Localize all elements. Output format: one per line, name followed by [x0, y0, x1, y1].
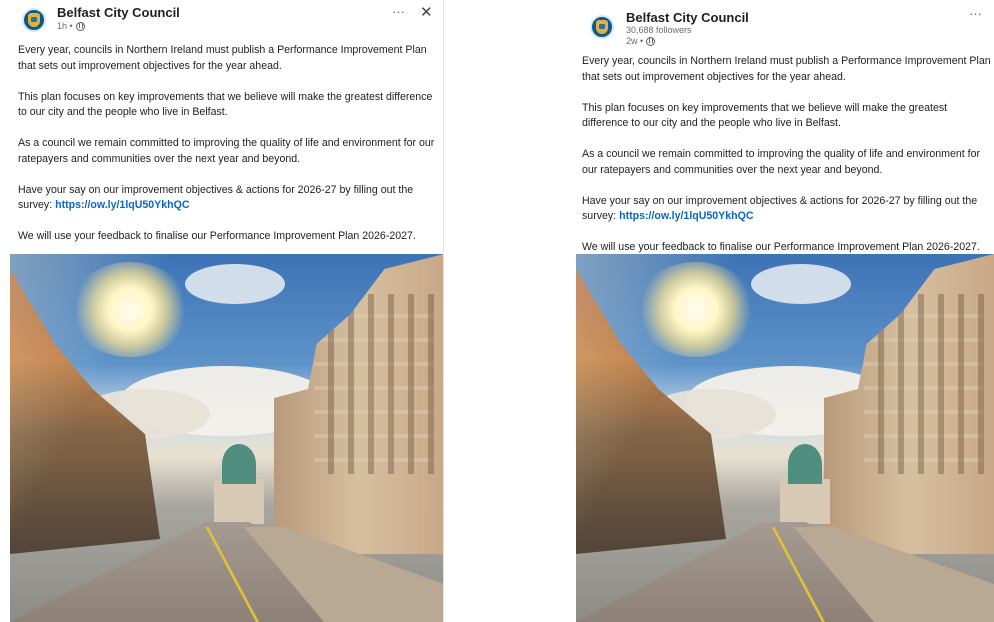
paragraph: Every year, councils in Northern Ireland…	[18, 44, 427, 72]
post-meta: 2w •	[626, 36, 656, 46]
survey-paragraph: Have your say on our improvement objecti…	[582, 194, 992, 225]
council-crest-icon[interactable]	[22, 8, 46, 32]
post-header: Belfast City Council 1h • ··· ✕	[0, 0, 443, 38]
city-hall-dome	[222, 444, 256, 484]
survey-link[interactable]: https://ow.ly/1lqU50YkhQC	[55, 199, 189, 211]
more-options-button[interactable]: ···	[392, 4, 405, 19]
post-body: Every year, councils in Northern Ireland…	[18, 43, 436, 260]
paragraph: Every year, councils in Northern Ireland…	[582, 55, 991, 83]
survey-link[interactable]: https://ow.ly/1lqU50YkhQC	[619, 210, 753, 222]
more-options-button[interactable]: ···	[969, 6, 982, 21]
post-time: 1h	[57, 21, 68, 31]
post-header: Belfast City Council 30,688 followers 2w…	[576, 0, 994, 46]
paragraph: As a council we remain committed to impr…	[582, 148, 981, 176]
globe-icon	[75, 21, 85, 31]
survey-paragraph: Have your say on our improvement objecti…	[18, 183, 436, 214]
post-meta: 1h •	[57, 21, 85, 31]
closing-paragraph: We will use your feedback to finalise ou…	[18, 230, 416, 242]
paragraph: This plan focuses on key improvements th…	[582, 101, 948, 130]
org-name[interactable]: Belfast City Council	[626, 10, 749, 25]
post-body: Every year, councils in Northern Ireland…	[582, 54, 992, 271]
post-left: Belfast City Council 1h • ··· ✕ Every ye…	[0, 0, 444, 622]
globe-icon	[646, 36, 656, 46]
post-time: 2w	[626, 36, 638, 46]
paragraph: This plan focuses on key improvements th…	[18, 90, 433, 119]
close-button[interactable]: ✕	[420, 3, 433, 21]
follower-count: 30,688 followers	[626, 25, 692, 35]
post-image[interactable]	[10, 254, 443, 622]
paragraph: As a council we remain committed to impr…	[18, 137, 435, 165]
council-crest-icon[interactable]	[590, 15, 614, 39]
post-image[interactable]	[576, 254, 994, 622]
post-right: Belfast City Council 30,688 followers 2w…	[576, 0, 994, 622]
city-hall-dome	[788, 444, 822, 484]
org-name[interactable]: Belfast City Council	[57, 5, 180, 20]
